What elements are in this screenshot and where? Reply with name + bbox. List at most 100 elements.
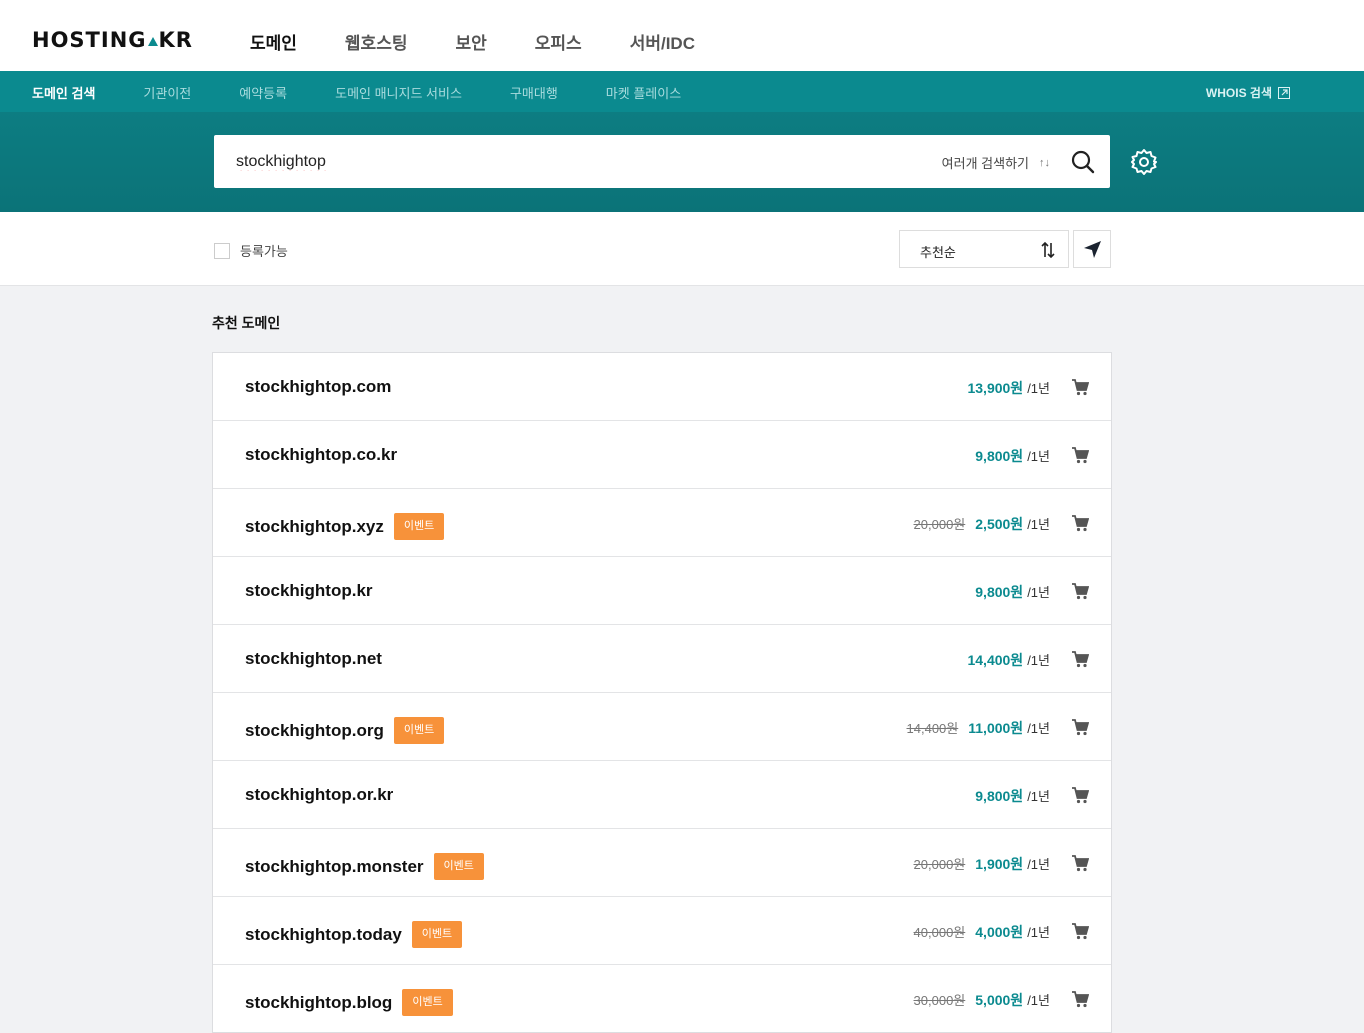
original-price: 30,000원 <box>913 993 966 1008</box>
nav-office[interactable]: 오피스 <box>535 29 582 54</box>
toggle-arrows-icon: ↑↓ <box>1039 156 1050 169</box>
period: /1년 <box>1027 721 1050 736</box>
period: /1년 <box>1027 585 1050 600</box>
domain-row: stockhightop.or.kr 9,800원/1년 <box>213 761 1111 829</box>
period: /1년 <box>1027 449 1050 464</box>
logo-left-text: HOSTING <box>32 28 147 52</box>
domain-name[interactable]: stockhightop.blog <box>245 993 392 1013</box>
cart-icon[interactable] <box>1071 922 1089 940</box>
logo-right-text: KR <box>158 28 193 52</box>
cart-icon[interactable] <box>1071 990 1089 1008</box>
top-header: HOSTING KR 도메인 웹호스팅 보안 오피스 서버/IDC <box>0 0 1364 71</box>
cart-icon[interactable] <box>1071 786 1089 804</box>
nav-server-idc[interactable]: 서버/IDC <box>630 29 695 54</box>
period: /1년 <box>1027 925 1050 940</box>
price: 4,000원 <box>975 924 1024 940</box>
multi-search-label: 여러개 검색하기 <box>941 156 1029 171</box>
price: 2,500원 <box>975 516 1024 532</box>
sub-nav: 도메인 검색 기관이전 예약등록 도메인 매니지드 서비스 구매대행 마켓 플레… <box>0 71 1364 112</box>
subnav-reservation[interactable]: 예약등록 <box>239 83 287 102</box>
filter-bar: 등록가능 추천순 <box>0 212 1364 286</box>
original-price: 20,000원 <box>913 517 966 532</box>
domain-name[interactable]: stockhightop.co.kr <box>245 445 397 465</box>
subnav-purchase-agent[interactable]: 구매대행 <box>510 83 558 102</box>
event-badge: 이벤트 <box>433 853 484 880</box>
price: 11,000원 <box>968 720 1024 736</box>
hosting-kr-logo[interactable]: HOSTING KR <box>32 28 193 52</box>
domain-name[interactable]: stockhightop.kr <box>245 581 373 601</box>
original-price: 40,000원 <box>913 925 966 940</box>
event-badge: 이벤트 <box>402 989 453 1016</box>
nav-webhosting[interactable]: 웹호스팅 <box>345 29 408 54</box>
domain-row: stockhightop.today 이벤트 40,000원 4,000원/1년 <box>213 897 1111 965</box>
subnav-transfer[interactable]: 기관이전 <box>143 83 191 102</box>
available-only-label: 등록가능 <box>240 244 288 259</box>
cart-icon[interactable] <box>1071 650 1089 668</box>
domain-row: stockhightop.co.kr 9,800원/1년 <box>213 421 1111 489</box>
domain-name[interactable]: stockhightop.monster <box>245 857 424 877</box>
search-band: 여러개 검색하기 ↑↓ <box>0 112 1364 212</box>
price: 5,000원 <box>975 992 1024 1008</box>
domain-result-list: stockhightop.com 13,900원/1년 stockhightop… <box>212 352 1112 1033</box>
domain-row: stockhightop.xyz 이벤트 20,000원 2,500원/1년 <box>213 489 1111 557</box>
period: /1년 <box>1027 517 1050 532</box>
send-arrow-icon <box>1084 241 1101 258</box>
sort-value: 추천순 <box>920 245 956 260</box>
original-price: 14,400원 <box>906 721 959 736</box>
checkbox-box[interactable] <box>214 242 230 259</box>
cart-icon[interactable] <box>1071 446 1089 464</box>
period: /1년 <box>1027 789 1050 804</box>
whois-search-link[interactable]: WHOIS 검색 <box>1206 84 1290 101</box>
multi-search-toggle[interactable]: 여러개 검색하기 ↑↓ <box>942 153 1050 172</box>
domain-row: stockhightop.com 13,900원/1년 <box>213 353 1111 421</box>
domain-search-box: 여러개 검색하기 ↑↓ <box>214 135 1110 188</box>
cart-icon[interactable] <box>1071 854 1089 872</box>
period: /1년 <box>1027 993 1050 1008</box>
price: 1,900원 <box>975 856 1024 872</box>
cart-icon[interactable] <box>1071 718 1089 736</box>
domain-row: stockhightop.blog 이벤트 30,000원 5,000원/1년 <box>213 965 1111 1032</box>
event-badge: 이벤트 <box>393 513 445 540</box>
domain-name[interactable]: stockhightop.today <box>245 925 402 945</box>
nav-domain[interactable]: 도메인 <box>250 29 297 54</box>
sort-arrows-icon <box>1041 241 1055 259</box>
event-badge: 이벤트 <box>393 717 445 744</box>
nav-security[interactable]: 보안 <box>455 29 486 54</box>
sort-select[interactable]: 추천순 <box>899 230 1069 268</box>
available-only-checkbox[interactable]: 등록가능 <box>214 241 288 260</box>
domain-search-input[interactable] <box>236 149 836 175</box>
domain-name[interactable]: stockhightop.xyz <box>245 517 384 537</box>
whois-label: WHOIS 검색 <box>1205 86 1272 100</box>
cart-icon[interactable] <box>1071 514 1089 532</box>
domain-name[interactable]: stockhightop.net <box>245 649 382 669</box>
gear-icon[interactable] <box>1130 148 1158 176</box>
period: /1년 <box>1027 653 1050 668</box>
logo-triangle-icon <box>147 37 158 46</box>
domain-row: stockhightop.net 14,400원/1년 <box>213 625 1111 693</box>
price: 9,800원 <box>975 584 1024 600</box>
price: 13,900원 <box>967 380 1024 396</box>
domain-row: stockhightop.monster 이벤트 20,000원 1,900원/1년 <box>213 829 1111 897</box>
price: 14,400원 <box>967 652 1024 668</box>
subnav-managed-service[interactable]: 도메인 매니지드 서비스 <box>335 83 462 102</box>
subnav-marketplace[interactable]: 마켓 플레이스 <box>606 83 681 102</box>
subnav-domain-search[interactable]: 도메인 검색 <box>32 83 95 102</box>
event-badge: 이벤트 <box>411 921 463 948</box>
domain-row: stockhightop.kr 9,800원/1년 <box>213 557 1111 625</box>
share-send-button[interactable] <box>1073 230 1111 268</box>
period: /1년 <box>1027 381 1050 396</box>
main-nav: 도메인 웹호스팅 보안 오피스 서버/IDC <box>250 29 743 54</box>
section-title: 추천 도메인 <box>212 315 281 331</box>
price: 9,800원 <box>975 448 1024 464</box>
search-icon[interactable] <box>1070 149 1096 175</box>
original-price: 20,000원 <box>913 857 966 872</box>
cart-icon[interactable] <box>1071 582 1089 600</box>
domain-name[interactable]: stockhightop.org <box>245 721 384 741</box>
period: /1년 <box>1027 857 1050 872</box>
cart-icon[interactable] <box>1071 378 1089 396</box>
domain-name[interactable]: stockhightop.com <box>245 377 391 397</box>
domain-name[interactable]: stockhightop.or.kr <box>245 785 393 805</box>
external-link-icon <box>1278 86 1290 99</box>
price: 9,800원 <box>975 788 1024 804</box>
domain-row: stockhightop.org 이벤트 14,400원 11,000원/1년 <box>213 693 1111 761</box>
